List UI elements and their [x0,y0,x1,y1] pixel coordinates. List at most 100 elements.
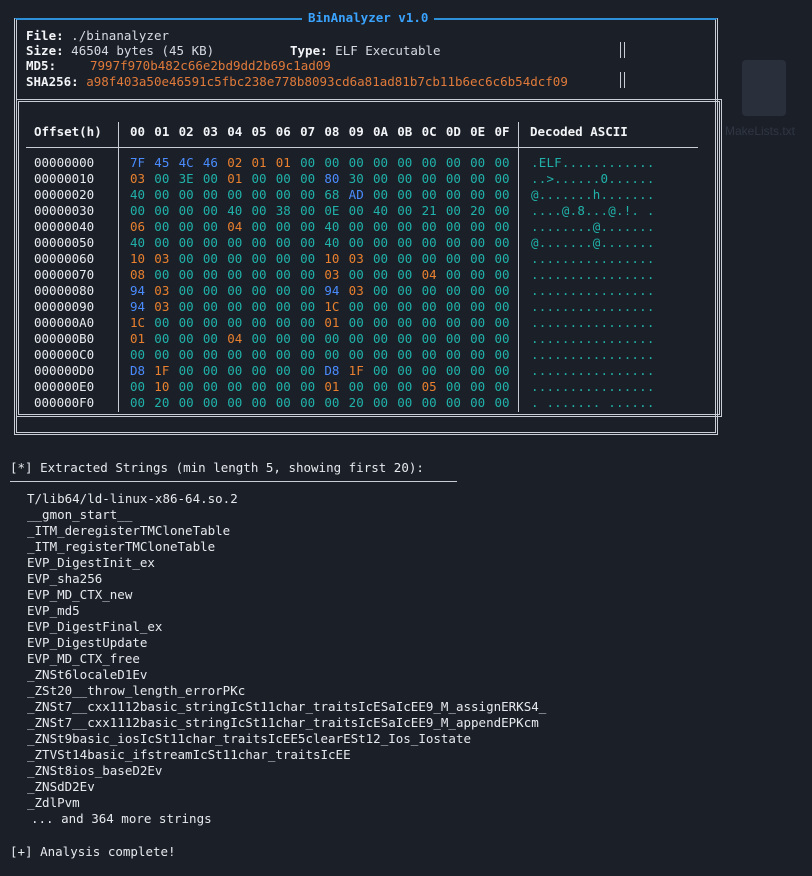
hex-byte: 00 [397,283,413,298]
hex-byte: 00 [227,379,243,394]
hex-byte: 40 [130,235,146,250]
hex-byte: 00 [397,155,413,170]
hex-byte: 00 [202,299,218,314]
hex-offset: 000000D0 [34,363,95,378]
file-label: File: [26,28,64,43]
hex-byte: 03 [154,299,170,314]
hex-byte: 00 [348,267,364,282]
hex-byte: D8 [324,363,340,378]
hex-ascii: ................ [531,347,655,362]
hex-byte: 00 [202,251,218,266]
offset-header: Offset(h) [34,124,102,139]
string-item: EVP_DigestUpdate [27,635,148,650]
hex-byte: 01 [275,155,291,170]
hex-byte: 00 [227,283,243,298]
hex-byte: 00 [348,219,364,234]
hex-byte: 00 [275,395,291,410]
hex-byte: 00 [275,267,291,282]
hex-byte: 00 [324,331,340,346]
hex-byte: 00 [251,171,267,186]
hex-byte: 00 [300,235,316,250]
hex-byte: 00 [372,171,389,186]
hex-ascii: @.......@....... [531,235,655,250]
hex-byte: 21 [421,203,437,218]
hex-bytes: D8 1F 00 00 00 00 00 00 D8 1F 00 00 00 00 00 00 [130,363,519,378]
hex-byte: 00 [227,267,243,282]
string-item: _ZTVSt14basic_ifstreamIcSt11char_traitsI… [27,747,351,762]
hex-byte: 00 [445,219,461,234]
hex-byte: 40 [324,235,340,250]
hex-byte: 00 [251,187,267,202]
hex-byte: 00 [300,267,316,282]
hex-offset: 00000020 [34,187,95,202]
hex-ascii: ..>......0...... [531,171,655,186]
hex-offset: 000000E0 [34,379,95,394]
hex-byte: 00 [154,203,170,218]
string-item: _ITM_deregisterTMCloneTable [27,523,231,538]
hex-byte: 00 [251,363,267,378]
hex-column-header: 07 [300,124,316,139]
hex-byte: 04 [227,331,243,346]
hex-byte: 45 [154,155,170,170]
hex-byte: 00 [372,299,389,314]
hex-byte: 40 [227,203,243,218]
hex-byte: 00 [202,331,218,346]
hex-column-header: 0F [494,124,510,139]
hex-byte: 00 [348,235,364,250]
hex-byte: 00 [421,347,437,362]
hex-byte: 01 [130,331,146,346]
hex-byte: 00 [494,267,510,282]
hex-byte: 00 [178,315,194,330]
string-item: EVP_MD_CTX_free [27,651,140,666]
hex-bytes: 94 03 00 00 00 00 00 00 1C 00 00 00 00 00 00 00 [130,299,519,314]
hex-byte: 40 [324,219,340,234]
hex-ascii: ................ [531,283,655,298]
hex-offset: 00000090 [34,299,95,314]
hex-offset: 00000040 [34,219,95,234]
hex-byte: 00 [372,363,389,378]
hex-byte: 00 [251,331,267,346]
hex-column-header: 0A [372,124,389,139]
hex-byte: 00 [421,315,437,330]
hex-byte: 30 [348,171,364,186]
hex-byte: 00 [178,379,194,394]
string-item: T/lib64/ld-linux-x86-64.so.2 [27,491,238,506]
string-item: _ZSt20__throw_length_errorPKc [27,683,246,698]
hex-byte: 00 [178,347,194,362]
status-message: [+] Analysis complete! [10,844,176,859]
hex-bytes: 00 00 00 00 00 00 00 00 00 00 00 00 00 00 00 00 [130,347,519,362]
hex-byte: 00 [494,331,510,346]
size-label: Size: [26,43,64,58]
hex-byte: 00 [421,395,437,410]
hex-byte: 01 [324,315,340,330]
hex-bytes: 08 00 00 00 00 00 00 00 03 00 00 00 04 00 00 00 [130,267,519,282]
hex-byte: 00 [300,155,316,170]
hex-ascii: .ELF............ [531,155,655,170]
hex-byte: 00 [397,379,413,394]
hex-byte: 00 [178,187,194,202]
hex-byte: 00 [372,347,389,362]
hex-byte: 10 [324,251,340,266]
hex-byte: 00 [445,315,461,330]
strings-list: T/lib64/ld-linux-x86-64.so.2 __gmon_start… [27,491,546,827]
hex-byte: 00 [275,379,291,394]
hex-byte: 00 [397,363,413,378]
hex-byte: 03 [154,251,170,266]
hex-byte: 00 [445,267,461,282]
hex-column-header: 04 [227,124,243,139]
hex-byte: 00 [178,299,194,314]
hex-byte: 00 [372,267,389,282]
hex-column-header: 00 [130,124,146,139]
offset-divider [118,122,120,412]
hex-byte: 1C [324,299,340,314]
hex-byte: 00 [300,331,316,346]
hex-byte: 00 [202,267,218,282]
hex-byte: 10 [130,251,146,266]
ascii-header: Decoded ASCII [530,124,628,139]
hex-column-header: 0E [470,124,486,139]
hex-byte: 00 [372,331,389,346]
md5-label: MD5: [26,58,57,73]
hex-byte: 00 [445,283,461,298]
hex-byte: 00 [397,347,413,362]
hex-byte: 20 [348,395,364,410]
